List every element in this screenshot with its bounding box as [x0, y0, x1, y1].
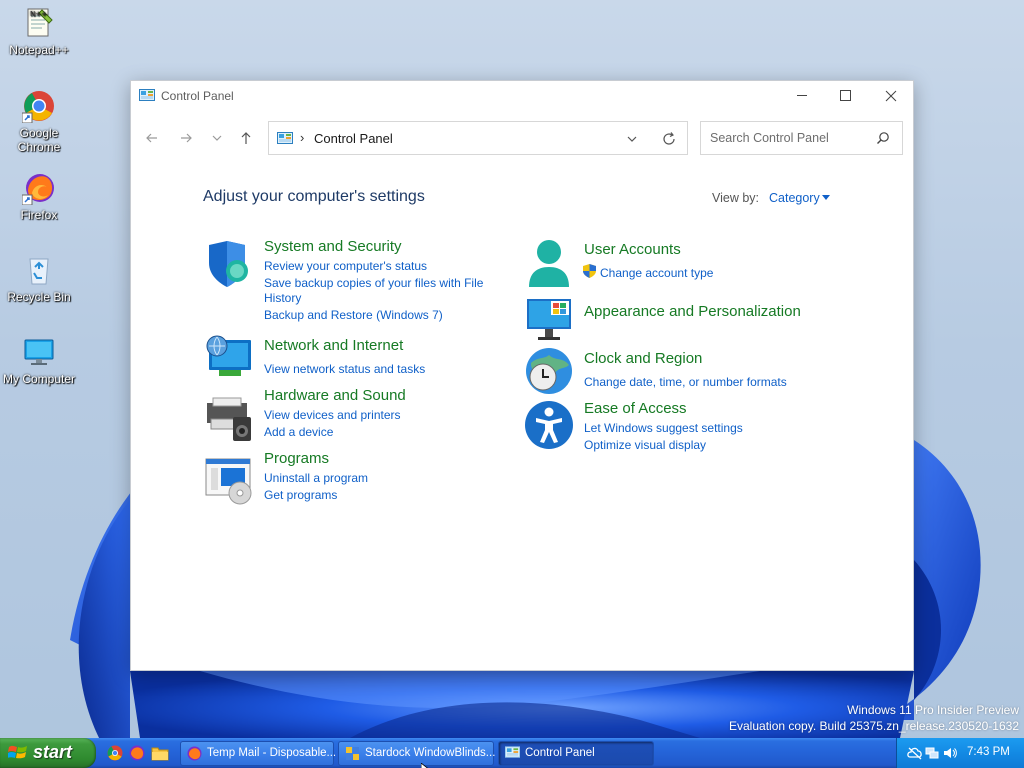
watermark-line2: Evaluation copy. Build 25375.zn_release.…	[729, 719, 1019, 733]
view-by-caret-icon[interactable]	[822, 195, 830, 200]
breadcrumb-separator[interactable]: ›	[300, 130, 304, 145]
back-arrow-icon[interactable]	[141, 127, 163, 149]
network-globe-icon[interactable]	[205, 334, 253, 382]
volume-icon[interactable]	[943, 746, 957, 760]
title-bar[interactable]: Control Panel	[131, 81, 913, 110]
address-dropdown-chevron-icon[interactable]	[625, 132, 639, 146]
firefox-icon	[187, 746, 202, 761]
maximize-button[interactable]	[823, 81, 869, 110]
let-windows-suggest-link[interactable]: Let Windows suggest settings	[584, 420, 743, 436]
printer-speaker-icon[interactable]	[205, 395, 253, 443]
desktop-icon-label: Notepad++	[9, 43, 69, 57]
view-by-dropdown[interactable]: Category	[769, 191, 820, 205]
control-panel-icon	[139, 89, 155, 102]
refresh-icon[interactable]	[661, 131, 677, 147]
desktop-icon-my-computer[interactable]: My Computer	[1, 335, 77, 386]
view-devices-link[interactable]: View devices and printers	[264, 407, 401, 423]
search-box[interactable]: Search Control Panel	[700, 121, 903, 155]
appearance-title[interactable]: Appearance and Personalization	[584, 303, 801, 320]
system-tray: 7:43 PM	[896, 738, 1024, 768]
taskbar-button-label: Stardock WindowBlinds...	[365, 747, 496, 759]
taskbar: start Temp Mail - Disposable... Stardock…	[0, 738, 1024, 768]
taskbar-button-temp-mail[interactable]: Temp Mail - Disposable...	[180, 741, 337, 766]
backup-file-history-link-cont[interactable]: History	[264, 290, 301, 306]
desktop-icon-label: Firefox	[20, 208, 58, 222]
programs-title[interactable]: Programs	[264, 450, 329, 467]
system-security-title[interactable]: System and Security	[264, 238, 402, 255]
add-device-link[interactable]: Add a device	[264, 424, 333, 440]
taskbar-clock[interactable]: 7:43 PM	[967, 746, 1010, 758]
watermark-line1: Windows 11 Pro Insider Preview	[847, 703, 1019, 717]
firefox-icon	[21, 171, 56, 206]
get-programs-link[interactable]: Get programs	[264, 487, 337, 503]
window-title: Control Panel	[161, 89, 234, 103]
page-heading: Adjust your computer's settings	[203, 188, 425, 205]
accessibility-icon[interactable]	[525, 401, 573, 449]
close-button[interactable]	[868, 81, 914, 110]
up-arrow-icon[interactable]	[235, 127, 257, 149]
my-computer-icon	[22, 335, 56, 369]
uac-shield-icon	[583, 264, 596, 278]
windowblinds-icon	[345, 746, 360, 761]
chrome-icon	[21, 89, 56, 124]
desktop-icon-notepadpp[interactable]: N++ Notepad++	[1, 6, 77, 57]
review-status-link[interactable]: Review your computer's status	[264, 258, 427, 274]
address-bar[interactable]: › Control Panel	[268, 121, 688, 155]
control-panel-icon	[277, 132, 293, 145]
taskbar-button-windowblinds[interactable]: Stardock WindowBlinds...	[338, 741, 496, 766]
start-button[interactable]: start	[0, 738, 96, 768]
desktop-icon-label: Recycle Bin	[7, 290, 71, 304]
quicklaunch-explorer-icon[interactable]	[151, 745, 169, 761]
start-label: start	[33, 742, 73, 762]
ease-of-access-title[interactable]: Ease of Access	[584, 400, 687, 417]
desktop-icon-recycle-bin[interactable]: Recycle Bin	[1, 253, 77, 304]
recent-locations-chevron-icon[interactable]	[206, 127, 228, 149]
notepadpp-icon: N++	[22, 6, 56, 40]
control-panel-icon	[505, 746, 520, 761]
search-icon[interactable]	[876, 131, 890, 145]
desktop-icon-label: My Computer	[2, 372, 76, 386]
windows-flag-icon	[7, 744, 28, 762]
control-panel-window[interactable]: Control Panel › Control Panel Search Con…	[130, 80, 914, 671]
cloud-offline-icon[interactable]	[907, 746, 922, 760]
change-account-type-link[interactable]: Change account type	[600, 265, 713, 281]
network-title[interactable]: Network and Internet	[264, 337, 403, 354]
svg-text:N++: N++	[30, 10, 47, 18]
clock-region-title[interactable]: Clock and Region	[584, 350, 702, 367]
hardware-title[interactable]: Hardware and Sound	[264, 387, 406, 404]
recycle-bin-icon	[22, 253, 56, 287]
backup-file-history-link[interactable]: Save backup copies of your files with Fi…	[264, 275, 483, 291]
quicklaunch-firefox-icon[interactable]	[129, 745, 145, 761]
shield-icon[interactable]	[205, 241, 253, 289]
taskbar-button-label: Temp Mail - Disposable...	[207, 747, 337, 759]
desktop-icon-chrome[interactable]: Google Chrome	[1, 89, 77, 154]
view-network-status-link[interactable]: View network status and tasks	[264, 361, 425, 377]
backup-restore-link[interactable]: Backup and Restore (Windows 7)	[264, 307, 443, 323]
minimize-button[interactable]	[779, 81, 825, 110]
taskbar-button-label: Control Panel	[525, 747, 595, 759]
optimize-visual-display-link[interactable]: Optimize visual display	[584, 437, 706, 453]
clock-globe-icon[interactable]	[525, 347, 573, 395]
appearance-monitor-icon[interactable]	[525, 295, 573, 343]
uninstall-program-link[interactable]: Uninstall a program	[264, 470, 368, 486]
taskbar-button-control-panel[interactable]: Control Panel	[498, 741, 654, 766]
programs-icon[interactable]	[205, 457, 253, 505]
breadcrumb-control-panel[interactable]: Control Panel	[314, 131, 393, 146]
user-accounts-title[interactable]: User Accounts	[584, 241, 681, 258]
search-placeholder[interactable]: Search Control Panel	[710, 131, 829, 145]
desktop-icon-firefox[interactable]: Firefox	[1, 171, 77, 222]
network-icon[interactable]	[925, 746, 939, 760]
user-icon[interactable]	[525, 239, 573, 287]
quicklaunch-chrome-icon[interactable]	[107, 745, 123, 761]
mouse-cursor-icon	[420, 760, 431, 768]
forward-arrow-icon[interactable]	[175, 127, 197, 149]
desktop-icon-label: Google Chrome	[17, 126, 61, 154]
view-by-label: View by:	[712, 191, 760, 205]
change-date-time-link[interactable]: Change date, time, or number formats	[584, 374, 787, 390]
